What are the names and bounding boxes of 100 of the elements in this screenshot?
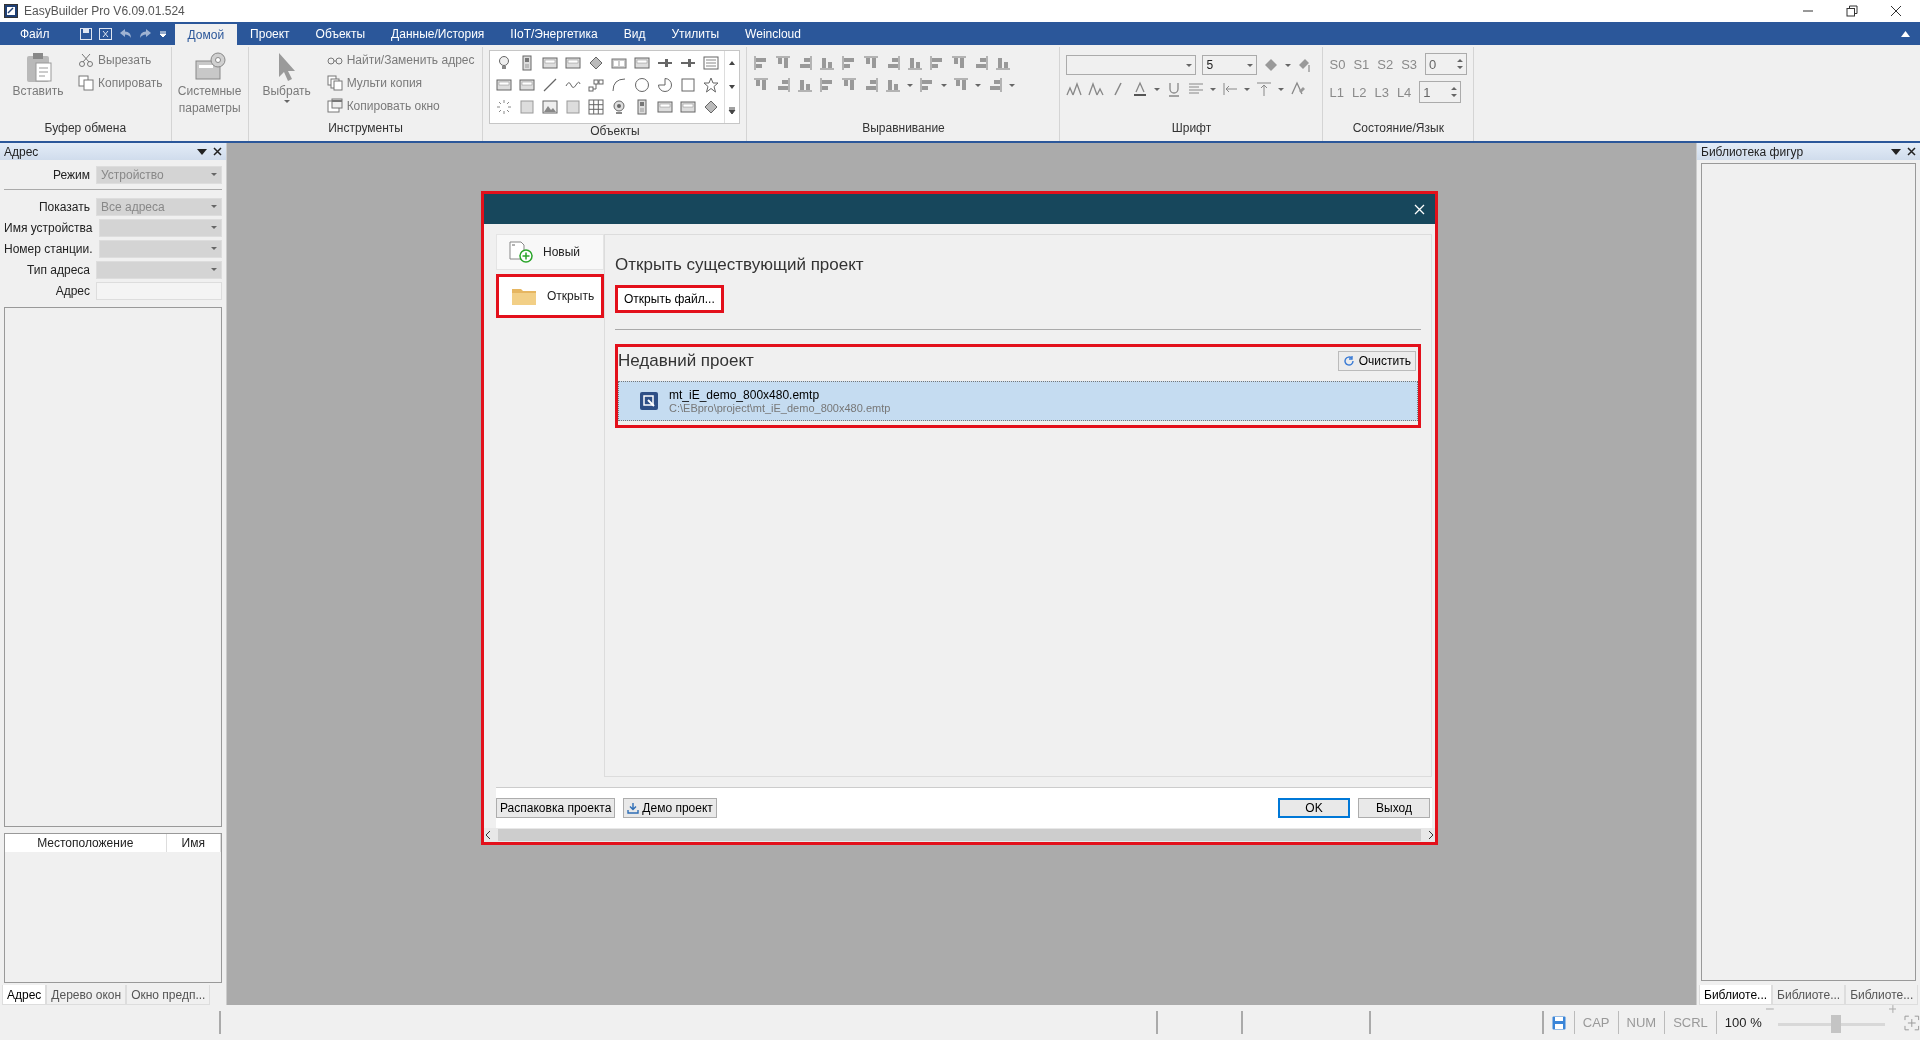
align-icon[interactable] [863,77,880,93]
close-icon[interactable] [1907,147,1916,156]
align-icon[interactable] [973,55,990,71]
nav-item[interactable]: Новый [496,234,604,270]
font-color-icon[interactable] [1132,81,1149,97]
knob-icon[interactable] [611,99,627,115]
field-icon[interactable] [542,55,558,71]
ribbon-tab[interactable]: Данные/История [378,22,498,45]
ribbon-tab[interactable]: Объекты [302,22,379,45]
dropdown-field[interactable] [98,239,222,258]
dialog-button[interactable]: Распаковка проекта [496,798,616,818]
dropdown-icon[interactable] [197,148,207,155]
align-icon[interactable] [885,77,902,93]
align-icon[interactable] [995,55,1012,71]
restore-icon[interactable] [1846,5,1858,17]
zoom-in-icon[interactable] [1888,1005,1897,1013]
align-icon[interactable] [907,55,924,71]
align-icon[interactable] [885,55,902,71]
clear-button[interactable]: Очистить [1337,351,1416,371]
align-icon[interactable] [951,55,968,71]
switch-icon[interactable] [634,99,650,115]
undo-icon[interactable] [118,27,132,40]
panel-tab[interactable]: Адрес [2,985,47,1005]
text-align-icon[interactable] [1188,81,1205,97]
open-file-button[interactable]: Открыть файл... [615,285,724,313]
align-icon[interactable] [775,77,792,93]
field-icon[interactable] [565,55,581,71]
top-align-icon[interactable] [1256,81,1273,97]
ribbon-tab[interactable]: Домой [174,24,238,45]
save-icon[interactable] [79,27,92,40]
ribbon-tab[interactable]: Weincloud [732,22,814,45]
panel-icon[interactable] [519,99,535,115]
ribbon-tab[interactable]: Проект [237,22,303,45]
list-icon[interactable] [703,55,719,71]
switch-icon[interactable] [519,55,535,71]
align-icon[interactable] [797,55,814,71]
square-icon[interactable] [680,77,696,93]
nodes-icon[interactable] [588,77,604,93]
column-header[interactable]: Имя [166,834,221,852]
diamond-icon[interactable] [703,99,719,115]
align-icon[interactable] [841,77,858,93]
circle-icon[interactable] [634,77,650,93]
slider-thumb[interactable] [1831,1015,1842,1033]
panel-icon[interactable] [565,99,581,115]
field-icon[interactable] [634,55,650,71]
nav-item[interactable]: Открыть [496,274,604,318]
spin-field[interactable]: 1 [1419,81,1462,103]
close-file-icon[interactable] [98,27,112,40]
diamond-icon[interactable] [588,55,604,71]
align-icon[interactable] [797,77,814,93]
pair-icon[interactable] [611,55,627,71]
close-icon[interactable] [1890,5,1902,17]
grid-icon[interactable] [588,99,604,115]
customize-icon[interactable] [158,29,167,38]
dialog-button[interactable]: OK [1278,798,1350,818]
spin-field[interactable]: 0 [1425,53,1468,75]
align-icon[interactable] [753,77,770,93]
ribbon-tab[interactable]: Вид [610,22,659,45]
arc-icon[interactable] [611,77,627,93]
save-icon[interactable] [1551,1015,1566,1030]
fit-to-window-icon[interactable] [1904,1014,1920,1031]
text-style-icon[interactable] [1290,81,1307,97]
align-icon[interactable] [953,77,970,93]
line-icon[interactable] [542,77,558,93]
align-icon[interactable] [987,77,1004,93]
grow-font-icon[interactable] [1066,81,1083,97]
panel-tab[interactable]: Библиоте... [1845,985,1919,1005]
pie-icon[interactable] [657,77,673,93]
shrink-font-icon[interactable] [1088,81,1105,97]
zoom-out-icon[interactable] [1765,1005,1774,1013]
redo-icon[interactable] [138,27,152,40]
star-icon[interactable] [703,77,719,93]
image-icon[interactable] [542,99,558,115]
field-icon[interactable] [519,77,535,93]
ribbon-tab[interactable]: Утилиты [658,22,733,45]
collapse-ribbon-icon[interactable] [1901,30,1910,37]
field-icon[interactable] [657,99,673,115]
dropdown-icon[interactable] [1891,148,1901,155]
indent-icon[interactable] [1222,81,1239,97]
panel-tab[interactable]: Библиоте... [1699,985,1773,1005]
field-icon[interactable] [680,99,696,115]
align-icon[interactable] [863,55,880,71]
panel-tab[interactable]: Библиоте... [1772,985,1846,1005]
font-dropdown[interactable] [1066,55,1197,75]
recent-project-item[interactable]: mt_iE_demo_800x480.emtp C:\EBpro\project\mt_iE_demo_800x480.emtp [618,381,1418,421]
panel-tab[interactable]: Окно предп... [126,985,211,1005]
horizontal-scrollbar[interactable] [484,828,1435,842]
dropdown-field[interactable] [98,218,222,237]
align-icon[interactable] [819,55,836,71]
field-icon[interactable] [496,77,512,93]
align-icon[interactable] [775,55,792,71]
close-icon[interactable] [213,147,222,156]
dropdown-field[interactable] [96,260,222,279]
burst-icon[interactable] [496,99,512,115]
font-size-dropdown[interactable]: 5 [1202,55,1258,75]
ribbon-tab[interactable]: IIoT/Энергетика [497,22,611,45]
fill-bucket-icon[interactable] [1263,57,1280,73]
column-header[interactable]: Местоположение [5,834,167,852]
panel-tab[interactable]: Дерево окон [46,985,127,1005]
bulb-icon[interactable] [496,55,512,71]
